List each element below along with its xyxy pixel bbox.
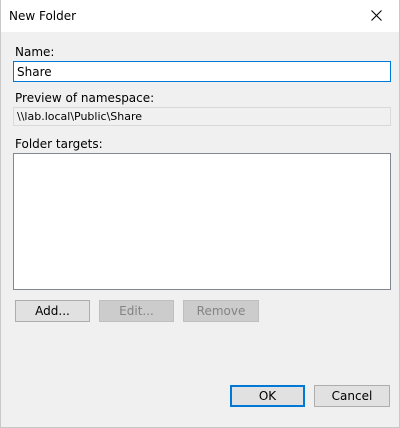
new-folder-dialog: New Folder Name: Preview of namespace: \… <box>0 0 400 428</box>
close-button[interactable] <box>355 0 399 32</box>
preview-label: Preview of namespace: <box>15 91 155 105</box>
close-icon <box>371 10 382 21</box>
ok-button[interactable]: OK <box>230 385 305 407</box>
dialog-title: New Folder <box>9 9 77 23</box>
remove-target-button[interactable]: Remove <box>183 300 259 322</box>
folder-targets-list[interactable] <box>13 153 391 290</box>
add-target-button[interactable]: Add... <box>15 300 90 322</box>
folder-targets-label: Folder targets: <box>15 137 103 151</box>
name-label: Name: <box>15 45 55 59</box>
edit-target-button[interactable]: Edit... <box>99 300 174 322</box>
cancel-button[interactable]: Cancel <box>314 385 390 407</box>
name-input[interactable] <box>13 61 391 82</box>
namespace-preview-field[interactable]: \\lab.local\Public\Share <box>13 107 391 126</box>
title-bar[interactable]: New Folder <box>1 0 399 32</box>
